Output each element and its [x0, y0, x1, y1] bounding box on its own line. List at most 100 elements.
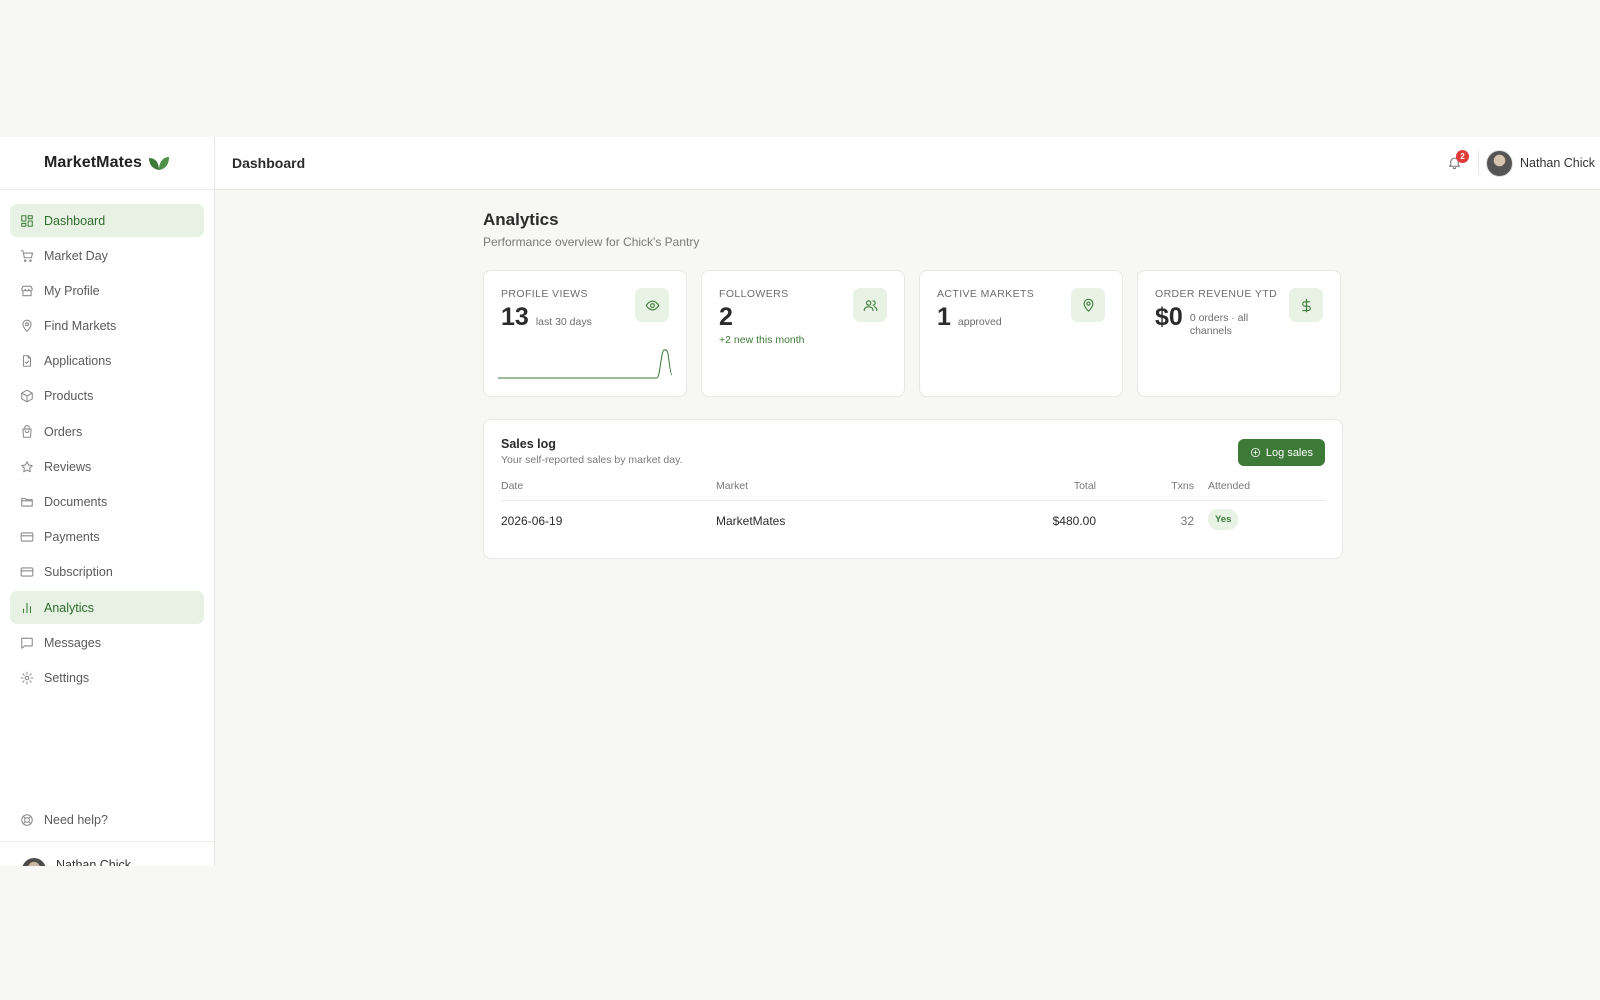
stat-meta: 0 orders · all channels	[1189, 312, 1249, 337]
file-icon	[22, 355, 32, 368]
stat-card-followers: FOLLOWERS 2 +2 new this month	[701, 270, 905, 397]
package-icon	[21, 390, 33, 403]
column-header-date: Date	[501, 480, 716, 501]
cart-icon	[20, 249, 34, 262]
stat-icon-box	[1289, 288, 1323, 322]
help-link[interactable]: Need help?	[10, 803, 204, 836]
stat-value: 13	[501, 303, 529, 331]
column-header-txns: Txns	[1096, 480, 1194, 501]
users-icon	[863, 299, 877, 311]
app-shell: MarketMates Dashboard Market Day My Prof…	[0, 137, 1600, 866]
dashboard-icon	[21, 214, 33, 227]
column-header-attended: Attended	[1194, 480, 1326, 501]
sidebar-item-my-profile[interactable]: My Profile	[10, 274, 204, 307]
brand-logo[interactable]: MarketMates	[0, 137, 214, 190]
stat-value: 2	[719, 303, 733, 331]
bar-chart-icon	[22, 602, 32, 613]
sidebar-item-reviews[interactable]: Reviews	[10, 450, 204, 483]
sidebar-item-products[interactable]: Products	[10, 380, 204, 413]
stat-value: 1	[937, 303, 951, 331]
avatar[interactable]	[1486, 150, 1513, 177]
credit-card-icon	[20, 567, 34, 577]
notification-badge: 2	[1456, 150, 1469, 163]
sidebar-item-market-day[interactable]: Market Day	[10, 239, 204, 272]
map-pin-icon	[22, 319, 32, 332]
star-icon	[21, 461, 33, 473]
cell-total: $480.00	[1052, 514, 1096, 528]
sidebar-item-label: Settings	[44, 670, 90, 685]
log-sales-button[interactable]: Log sales	[1237, 439, 1325, 466]
brand-name: MarketMates	[43, 154, 143, 171]
stat-icon-box	[1071, 288, 1105, 322]
sidebar-item-label: Find Markets	[44, 319, 117, 334]
stat-value: $0	[1155, 303, 1183, 331]
sidebar-item-subscription[interactable]: Subscription	[10, 556, 204, 589]
page-title: Analytics	[483, 210, 559, 229]
sidebar-item-label: Messages	[44, 635, 101, 650]
message-icon	[21, 637, 33, 649]
attended-badge: Yes	[1208, 509, 1239, 530]
stat-note: +2 new this month	[719, 334, 805, 346]
stats-row: PROFILE VIEWS 13 last 30 days FOLLOWERS …	[483, 270, 1343, 397]
sidebar-item-settings[interactable]: Settings	[10, 661, 204, 694]
sidebar-item-applications[interactable]: Applications	[10, 345, 204, 378]
sales-log-card: Sales log Your self-reported sales by ma…	[483, 419, 1343, 559]
sidebar-nav: Dashboard Market Day My Profile Find Mar…	[0, 190, 214, 694]
sidebar-item-label: Orders	[44, 424, 83, 439]
sidebar-item-find-markets[interactable]: Find Markets	[10, 310, 204, 343]
sidebar-item-label: Applications	[44, 354, 112, 369]
credit-card-icon	[20, 532, 34, 542]
sidebar-user[interactable]: Nathan Chick	[0, 841, 214, 866]
sidebar-item-label: Reviews	[44, 459, 92, 474]
sidebar-item-label: Products	[44, 389, 94, 404]
sidebar-item-orders[interactable]: Orders	[10, 415, 204, 448]
table-header-row: Date Market Total Txns Attended	[501, 480, 1326, 501]
main-content: Analytics Performance overview for Chick…	[483, 210, 1343, 559]
stat-meta: last 30 days	[535, 316, 592, 328]
sparkline	[498, 349, 673, 379]
column-header-total: Total	[956, 480, 1096, 501]
sales-log-title: Sales log	[501, 437, 556, 451]
page-header-title: Dashboard	[232, 155, 306, 171]
eye-icon	[645, 300, 659, 310]
plus-circle-icon	[1250, 447, 1260, 458]
sidebar-item-label: Payments	[44, 530, 100, 545]
sidebar-item-label: Documents	[44, 495, 108, 509]
sales-log-subtitle: Your self-reported sales by market day.	[501, 454, 683, 466]
table-row[interactable]: 2026-06-19 MarketMates $480.00 32 Yes	[501, 501, 1326, 530]
sales-table: Date Market Total Txns Attended 2026-06-…	[501, 480, 1326, 530]
cell-market: MarketMates	[716, 514, 786, 528]
sidebar-item-documents[interactable]: Documents	[10, 486, 204, 519]
avatar	[22, 858, 46, 866]
sidebar-item-dashboard[interactable]: Dashboard	[10, 204, 204, 237]
stat-icon-box	[635, 288, 669, 322]
leaf-icon	[149, 157, 170, 170]
topbar: Dashboard 2 Nathan Chick	[215, 137, 1600, 190]
column-header-market: Market	[716, 480, 956, 501]
help-label: Need help?	[44, 812, 108, 827]
folder-icon	[21, 497, 33, 507]
store-icon	[21, 285, 33, 297]
sidebar-item-payments[interactable]: Payments	[10, 521, 204, 554]
sidebar-item-label: Dashboard	[44, 213, 106, 228]
sidebar-item-label: Analytics	[44, 600, 95, 615]
sidebar-item-label: Subscription	[44, 565, 113, 580]
stat-card-order-revenue: ORDER REVENUE YTD $0 0 orders · all chan…	[1137, 270, 1341, 397]
gear-icon	[20, 671, 34, 685]
dollar-icon	[1301, 298, 1311, 312]
sidebar-item-messages[interactable]: Messages	[10, 626, 204, 659]
cell-date: 2026-06-19	[501, 514, 563, 528]
stat-card-profile-views: PROFILE VIEWS 13 last 30 days	[483, 270, 687, 397]
lifebuoy-icon	[21, 813, 33, 826]
sidebar-item-label: Market Day	[44, 248, 108, 263]
page-subtitle: Performance overview for Chick's Pantry	[483, 235, 700, 249]
user-menu[interactable]: Nathan Chick	[1520, 156, 1595, 170]
sidebar-user-name: Nathan Chick	[56, 858, 132, 866]
divider	[1478, 151, 1479, 175]
shopping-bag-icon	[22, 424, 32, 438]
stat-card-active-markets: ACTIVE MARKETS 1 approved	[919, 270, 1123, 397]
stat-meta: approved	[957, 316, 1002, 328]
log-sales-label: Log sales	[1265, 446, 1313, 459]
sidebar-item-analytics[interactable]: Analytics	[10, 591, 204, 625]
map-pin-icon	[1083, 298, 1093, 312]
